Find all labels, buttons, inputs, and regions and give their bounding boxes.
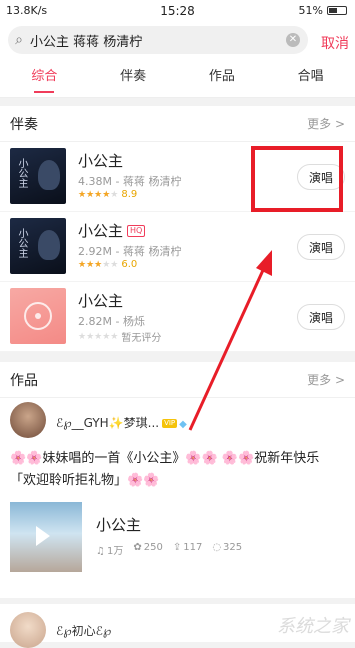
works-header: 作品 更多 >	[0, 362, 355, 398]
default-cover	[10, 288, 66, 344]
song-title: 小公主	[78, 152, 124, 170]
section-title: 伴奏	[10, 116, 38, 133]
play-icon[interactable]	[36, 526, 50, 546]
rating: ★★★★★★★★★★ 暂无评分	[78, 329, 162, 345]
song-meta: 4.38M - 蒋蒋 杨清柠	[78, 175, 182, 188]
section-title: 作品	[10, 372, 38, 389]
vip-badge: VIP	[162, 419, 178, 428]
sing-button[interactable]: 演唱	[297, 304, 345, 330]
sing-button[interactable]: 演唱	[297, 234, 345, 260]
highlight-box	[251, 146, 343, 212]
song-row[interactable]: 小公主 2.82M - 杨烁 ★★★★★★★★★★ 暂无评分 演唱	[0, 282, 355, 352]
clear-icon[interactable]: ✕	[286, 33, 300, 47]
rating-value: 暂无评分	[121, 333, 162, 344]
battery-percent: 51%	[298, 4, 323, 17]
battery-indicator: 51%	[299, 4, 347, 17]
more-link[interactable]: 更多 >	[307, 115, 345, 132]
album-cover: 小公主	[10, 148, 66, 204]
rating: ★★★★★★★★★★ 8.9	[78, 189, 137, 200]
status-bar: 13.8K/s 15:28 51%	[0, 0, 355, 22]
tab-accompaniment[interactable]: 伴奏	[89, 58, 178, 97]
rating: ★★★★★★★★★★ 6.0	[78, 259, 137, 270]
search-icon: ⌕	[15, 32, 23, 48]
author-name: ℰ℘初心ℰ℘	[56, 624, 112, 638]
works-section: 作品 更多 > ℰ℘__GYH✨梦琪... VIP ◆ 🌸🌸妹妹唱的一首《小公主》🌸…	[0, 362, 355, 598]
hq-badge: HQ	[127, 225, 146, 237]
diamond-icon: ◆	[179, 419, 187, 430]
likes-stat: ✿ 250	[133, 542, 163, 553]
star-rating-icon: ★★★★★★★★★★	[78, 259, 119, 270]
more-link[interactable]: 更多 >	[307, 371, 345, 388]
avatar[interactable]	[10, 612, 46, 648]
song-row[interactable]: 小公主 小公主HQ 2.92M - 蒋蒋 杨清柠 ★★★★★★★★★★ 6.0 …	[0, 212, 355, 282]
shares-stat: ⇪ 117	[172, 542, 203, 553]
cancel-button[interactable]: 取消	[321, 33, 349, 53]
plays-stat: ♫ 1万	[96, 546, 124, 557]
flower-icon: ✿	[133, 542, 142, 553]
tab-bar: 综合 伴奏 作品 合唱	[0, 58, 355, 98]
work-stats: ♫ 1万 ✿ 250 ⇪ 117 ◌ 325	[96, 542, 242, 557]
work-card[interactable]: 小公主 ♫ 1万 ✿ 250 ⇪ 117 ◌ 325	[10, 502, 345, 572]
comment-icon: ◌	[212, 542, 222, 553]
work-author[interactable]: ℰ℘__GYH✨梦琪... VIP ◆	[0, 398, 355, 444]
search-box[interactable]: ⌕ ✕	[8, 26, 308, 54]
song-title: 小公主 HQ	[78, 220, 146, 241]
star-rating-icon: ★★★★★★★★★★	[78, 331, 119, 342]
accompaniment-header: 伴奏 更多 >	[0, 106, 355, 142]
search-input[interactable]	[30, 32, 270, 48]
work-description: 🌸🌸妹妹唱的一首《小公主》🌸🌸 🌸🌸祝新年快乐「欢迎聆听拒礼物」🌸🌸	[10, 451, 320, 488]
tab-chorus[interactable]: 合唱	[266, 58, 355, 97]
avatar[interactable]	[10, 402, 46, 438]
song-meta: 2.82M - 杨烁	[78, 315, 145, 328]
rating-value: 6.0	[121, 259, 138, 270]
star-rating-icon: ★★★★★★★★★★	[78, 189, 119, 200]
accompaniment-section: 伴奏 更多 > 小公主 小公主 4.38M - 蒋蒋 杨清柠 ★★★★★ ★★★★…	[0, 106, 355, 352]
video-thumbnail[interactable]	[10, 502, 82, 572]
author-name: ℰ℘__GYH✨梦琪... VIP ◆	[56, 416, 187, 430]
song-meta: 2.92M - 蒋蒋 杨清柠	[78, 245, 182, 258]
battery-icon	[327, 6, 347, 15]
search-bar: ⌕ ✕ 取消	[0, 22, 355, 58]
tab-overall[interactable]: 综合	[0, 58, 89, 97]
rating-value: 8.9	[121, 189, 138, 200]
comments-stat: ◌ 325	[212, 542, 243, 553]
share-icon: ⇪	[172, 542, 182, 553]
tab-works[interactable]: 作品	[178, 58, 267, 97]
album-cover: 小公主	[10, 218, 66, 274]
headphones-icon: ♫	[96, 546, 105, 557]
work-title: 小公主	[96, 516, 142, 534]
song-title: 小公主	[78, 292, 124, 310]
watermark-logo: 系统之家	[277, 616, 349, 637]
next-work-author[interactable]: ℰ℘初心ℰ℘ 系统之家	[0, 604, 355, 648]
